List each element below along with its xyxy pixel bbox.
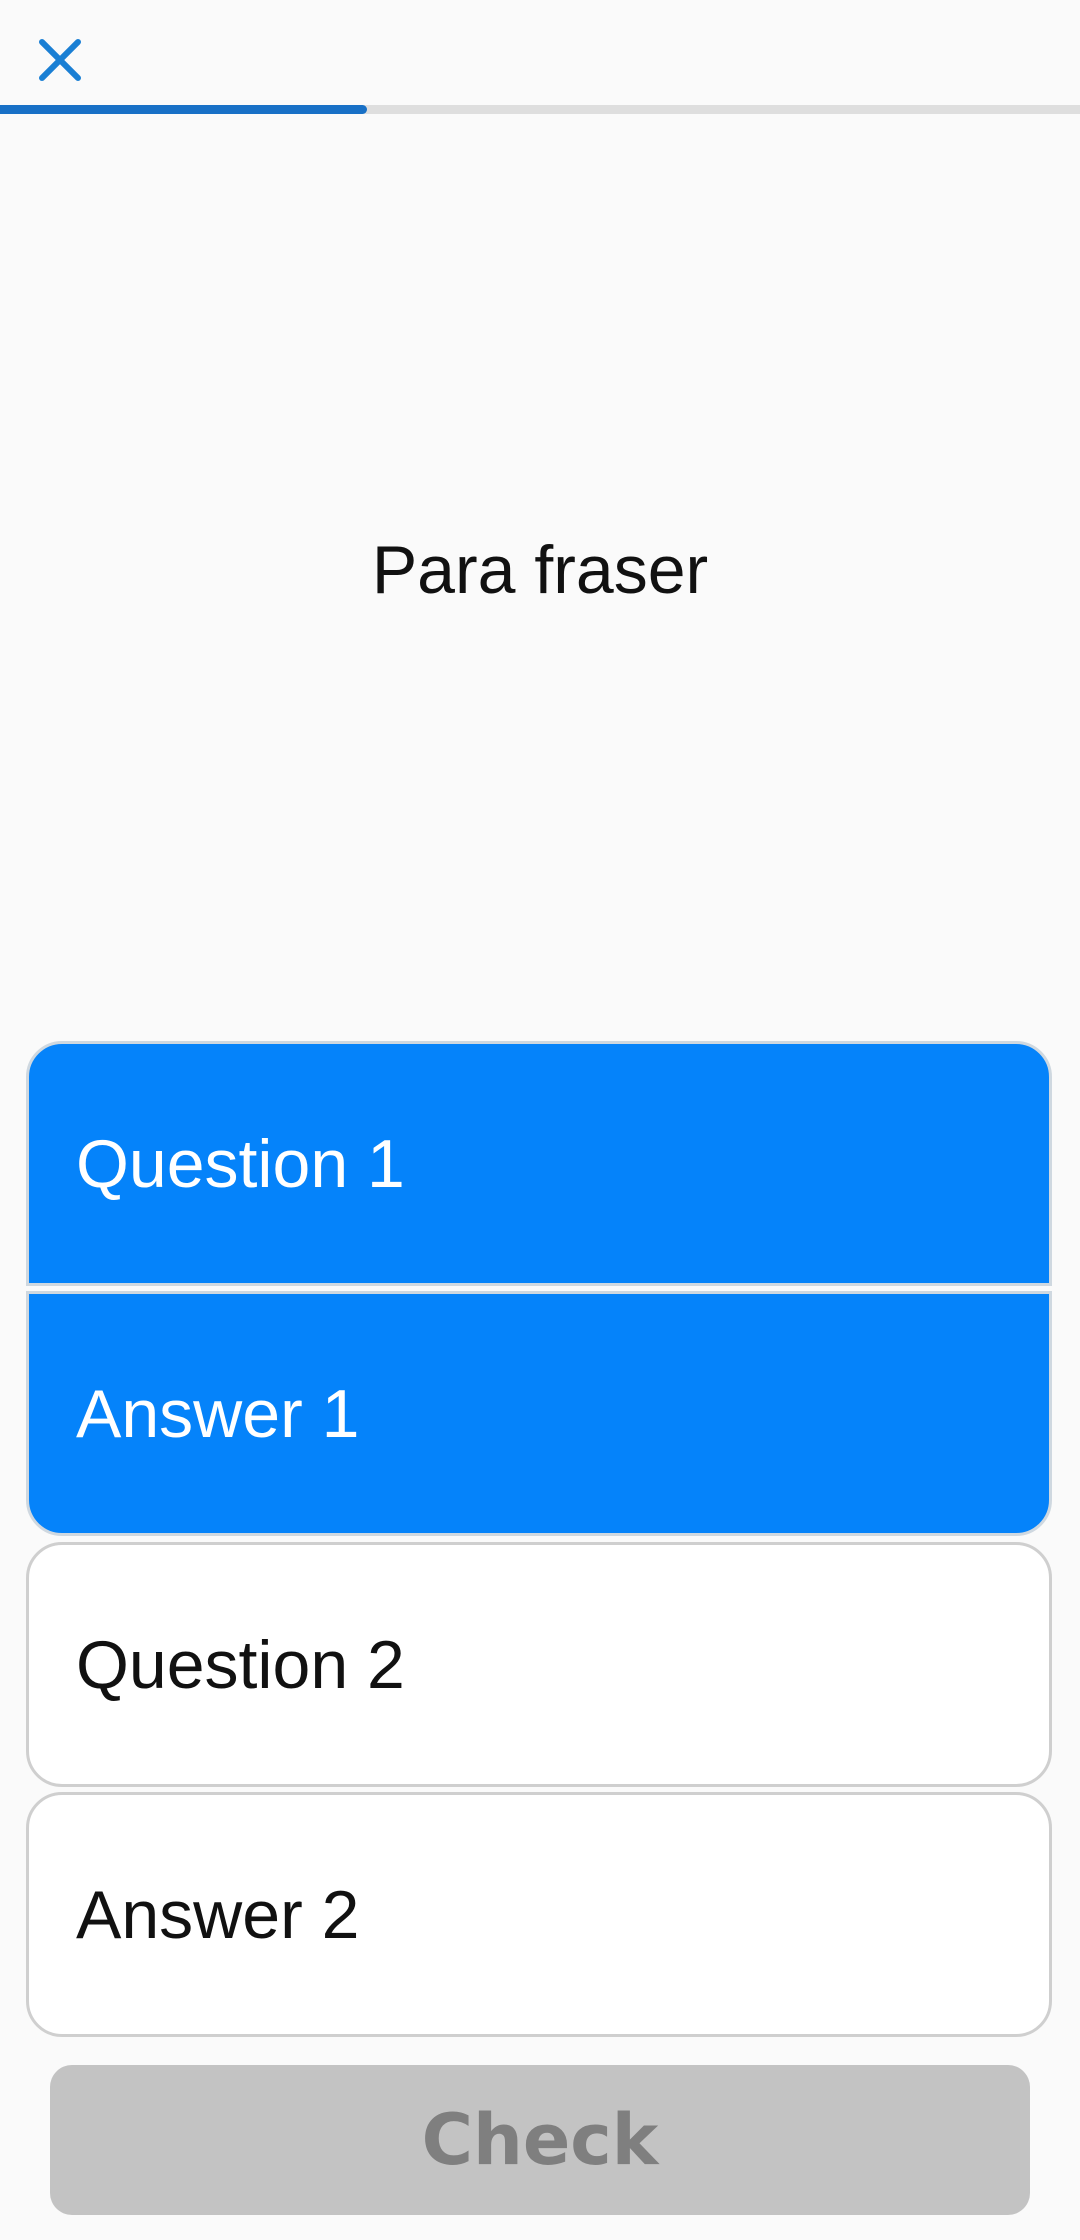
close-button[interactable] [26,26,94,94]
option-label: Answer 1 [76,1375,360,1452]
progress-bar-fill [0,105,368,114]
check-button[interactable]: Check [50,2065,1030,2215]
option-label: Answer 2 [76,1876,360,1953]
option-label: Question 1 [76,1125,405,1202]
close-icon [39,39,81,81]
option-label: Question 2 [76,1626,405,1703]
exercise-title: Para fraser [371,532,709,608]
option-answer-2[interactable]: Answer 2 [26,1792,1052,2037]
option-question-1[interactable]: Question 1 [26,1041,1052,1286]
option-answer-1[interactable]: Answer 1 [26,1291,1052,1536]
progress-bar [0,105,1080,114]
option-question-2[interactable]: Question 2 [26,1542,1052,1787]
